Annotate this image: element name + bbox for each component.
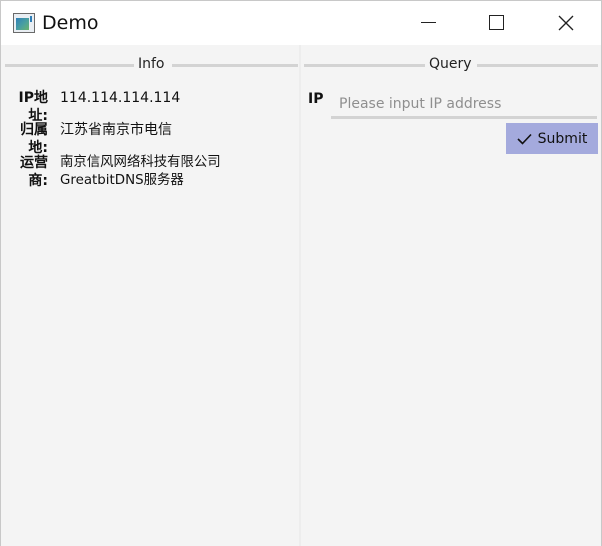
info-panel: Info IP地址: 114.114.114.114 归属地: 江苏省南京市电信… <box>1 45 299 546</box>
app-window: Demo Info IP地址: 114.114.114.114 归属地: 江苏省… <box>0 0 602 546</box>
query-legend-line-left <box>304 64 425 67</box>
location-value: 江苏省南京市电信 <box>60 122 172 138</box>
info-legend-line-right <box>172 64 298 67</box>
close-button[interactable] <box>543 1 589 45</box>
minimize-button[interactable] <box>405 1 451 45</box>
query-legend-line-right <box>477 64 598 67</box>
title-bar[interactable]: Demo <box>1 1 601 45</box>
isp-label: 运营商: <box>20 155 48 189</box>
close-icon <box>558 15 574 31</box>
maximize-icon <box>489 15 504 30</box>
checkmark-icon <box>517 133 532 145</box>
ip-input[interactable] <box>331 89 597 119</box>
info-legend: Info <box>138 56 165 72</box>
ip-field-label: IP <box>308 91 324 107</box>
ip-address-value: 114.114.114.114 <box>60 90 181 106</box>
location-label: 归属地: <box>20 122 48 156</box>
query-legend: Query <box>429 56 472 72</box>
isp-value: 南京信风网络科技有限公司GreatbitDNS服务器 <box>60 155 221 188</box>
submit-label: Submit <box>537 130 588 147</box>
ip-address-label: IP地址: <box>18 90 48 124</box>
maximize-button[interactable] <box>473 1 519 45</box>
info-legend-line-left <box>5 64 134 67</box>
ip-input-underline <box>331 116 597 119</box>
query-panel: Query IP Submit <box>301 45 601 546</box>
app-window-icon <box>13 13 35 33</box>
window-title: Demo <box>42 12 99 34</box>
submit-button[interactable]: Submit <box>506 123 598 154</box>
minimize-icon <box>421 22 436 23</box>
